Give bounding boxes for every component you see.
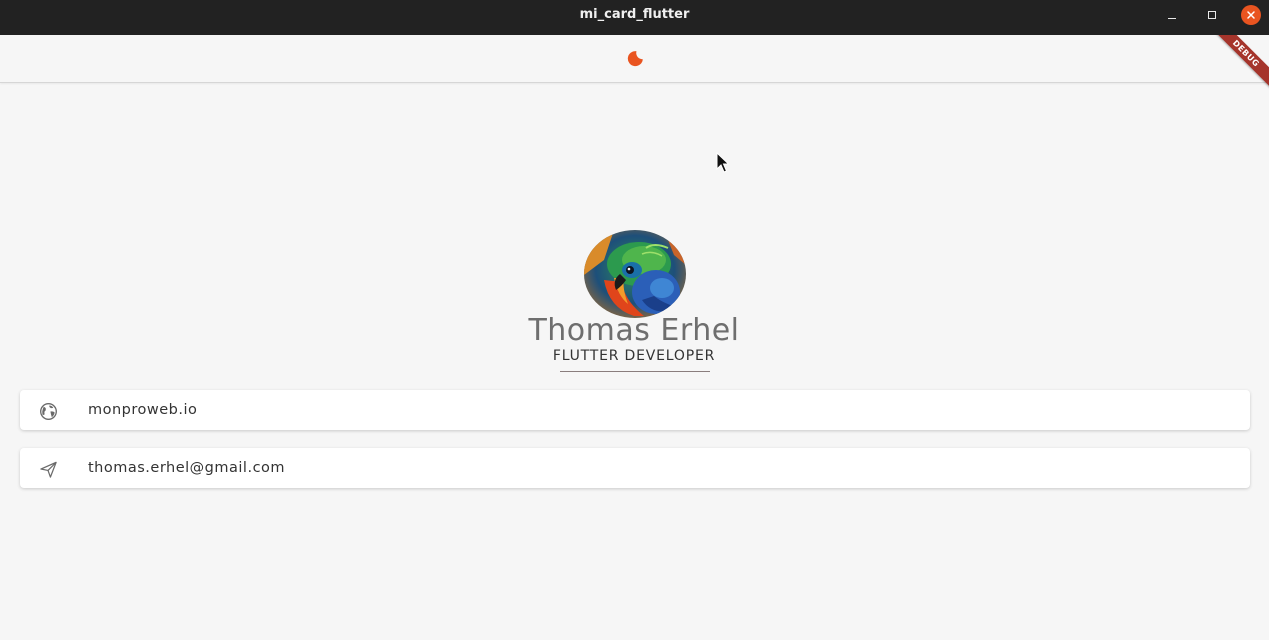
- minimize-icon: [1168, 17, 1176, 19]
- window-title: mi_card_flutter: [579, 7, 690, 22]
- email-card[interactable]: thomas.erhel@gmail.com: [20, 448, 1250, 488]
- send-icon: [38, 459, 58, 479]
- window-titlebar: mi_card_flutter: [0, 0, 1269, 35]
- close-icon: [1247, 11, 1255, 19]
- theme-toggle-button[interactable]: [622, 45, 648, 71]
- website-label: monproweb.io: [88, 402, 198, 418]
- moon-icon: [627, 51, 643, 67]
- profile-role: FLUTTER DEVELOPER: [552, 348, 716, 364]
- debug-banner-label: DEBUG: [1209, 35, 1269, 90]
- email-label: thomas.erhel@gmail.com: [88, 460, 286, 476]
- debug-banner: DEBUG: [1209, 35, 1269, 95]
- mouse-cursor-icon: [716, 152, 730, 173]
- close-button[interactable]: [1241, 5, 1261, 25]
- globe-icon: [38, 401, 58, 421]
- maximize-icon: [1208, 11, 1216, 19]
- parrot-avatar: [584, 230, 686, 318]
- maximize-button[interactable]: [1202, 6, 1222, 24]
- profile-name: Thomas Erhel: [528, 313, 740, 348]
- profile-divider: [560, 371, 710, 372]
- app-bar: [0, 35, 1269, 83]
- minimize-button[interactable]: [1162, 6, 1182, 24]
- website-card[interactable]: monproweb.io: [20, 390, 1250, 430]
- profile-avatar: [584, 230, 686, 318]
